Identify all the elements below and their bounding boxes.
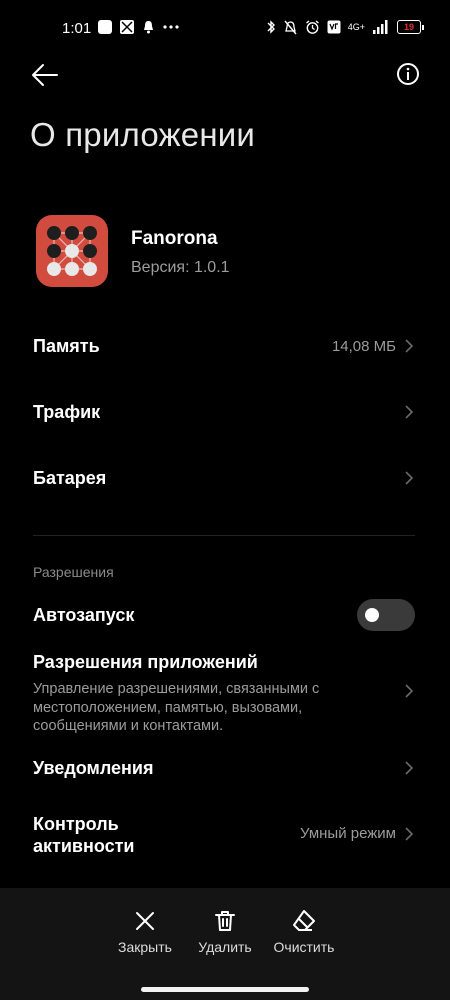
app-version: Версия: 1.0.1 <box>131 259 230 276</box>
chevron-right-icon <box>405 827 414 841</box>
info-button[interactable] <box>396 62 420 86</box>
status-notification-icons <box>98 20 179 34</box>
close-icon <box>136 912 154 930</box>
autostart-label: Автозапуск <box>33 605 135 625</box>
app-notification-icon <box>98 20 112 34</box>
mute-bell-icon <box>284 20 297 34</box>
delete-label: Удалить <box>198 939 252 955</box>
signal-icon <box>373 20 388 34</box>
battery-icon: 19 <box>397 20 421 34</box>
app-icon <box>36 215 108 287</box>
clear-label: Очистить <box>273 939 335 955</box>
memory-value: 14,08 МБ <box>331 338 396 355</box>
chevron-right-icon <box>405 761 414 775</box>
clear-button[interactable]: Очистить <box>264 909 344 955</box>
activity-control-row[interactable]: Контроль активности Умный режим <box>0 806 450 862</box>
battery-level: 19 <box>403 22 414 32</box>
close-label: Закрыть <box>118 939 172 955</box>
memory-label: Память <box>33 336 100 356</box>
delete-button[interactable]: Удалить <box>185 909 265 955</box>
more-dots-icon <box>163 25 179 29</box>
back-button[interactable] <box>30 62 60 88</box>
activity-control-value: Умный режим <box>299 825 396 842</box>
status-time: 1:01 <box>62 20 92 37</box>
home-indicator[interactable] <box>141 987 309 992</box>
network-type: 4G+ <box>347 22 365 32</box>
fanorona-board-icon <box>47 226 97 276</box>
status-bar: 1:01 4G+ 19 <box>0 0 450 56</box>
battery-tip <box>422 24 424 30</box>
permissions-section-label: Разрешения <box>33 564 114 580</box>
traffic-row[interactable]: Трафик <box>0 386 450 438</box>
chevron-right-icon <box>405 339 414 353</box>
traffic-label: Трафик <box>33 402 101 422</box>
bluetooth-icon <box>267 20 275 34</box>
page-title: О приложении <box>30 116 256 153</box>
battery-indicator: 19 <box>397 20 424 34</box>
chevron-right-icon <box>405 405 414 419</box>
chevron-right-icon <box>405 684 414 698</box>
trash-icon <box>215 911 235 931</box>
bell-icon <box>144 21 153 34</box>
notifications-row[interactable]: Уведомления <box>0 745 450 793</box>
volte-icon <box>327 20 341 34</box>
app-permissions-description: Управление разрешениями, связанными с ме… <box>33 681 320 734</box>
alarm-icon <box>305 19 319 34</box>
section-divider <box>33 535 415 536</box>
notifications-label: Уведомления <box>33 758 154 778</box>
app-name: Fanorona <box>131 228 218 249</box>
autostart-toggle[interactable] <box>357 599 415 631</box>
toggle-knob <box>365 608 379 622</box>
memory-row[interactable]: Память 14,08 МБ <box>0 320 450 372</box>
close-button[interactable]: Закрыть <box>105 909 185 955</box>
arrow-left-icon <box>32 64 58 86</box>
status-system-icons: 4G+ 19 <box>266 19 424 35</box>
battery-row[interactable]: Батарея <box>0 452 450 504</box>
eraser-icon <box>293 910 315 931</box>
activity-control-label: Контроль активности <box>33 814 135 856</box>
game-notification-icon <box>120 20 134 34</box>
chevron-right-icon <box>405 471 414 485</box>
battery-label: Батарея <box>33 468 107 488</box>
info-icon <box>397 63 419 85</box>
app-permissions-label: Разрешения приложений <box>33 652 258 672</box>
